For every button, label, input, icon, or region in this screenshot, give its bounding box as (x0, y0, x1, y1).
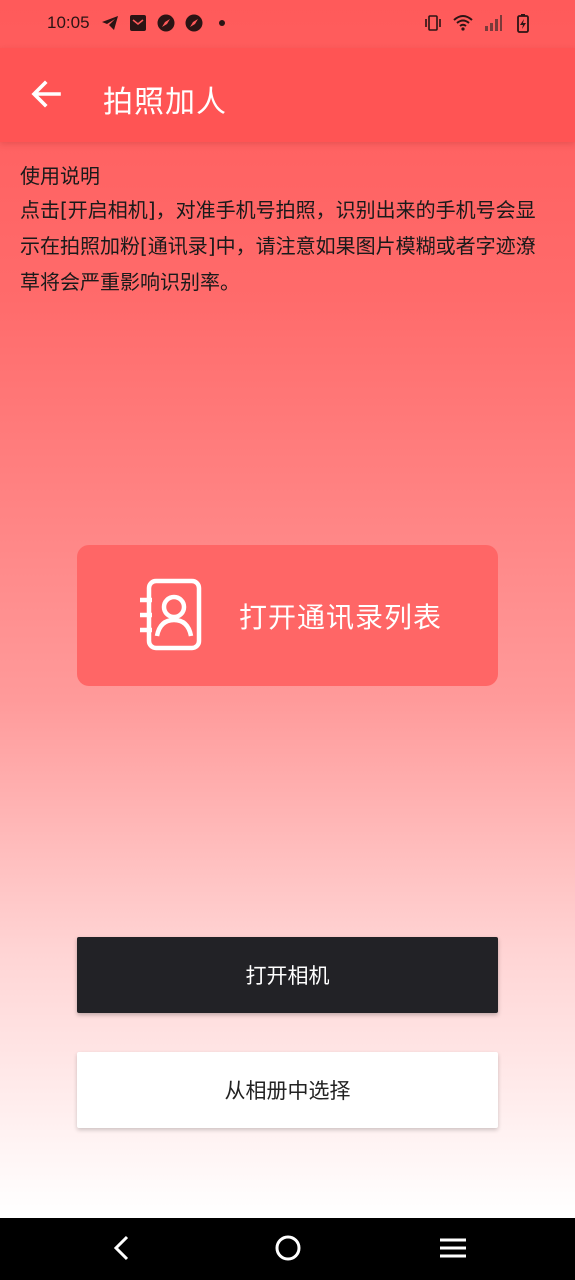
nav-back-button[interactable] (106, 1234, 138, 1266)
open-camera-label: 打开相机 (245, 964, 330, 988)
arrow-left-icon (29, 77, 63, 115)
instructions: 使用说明 点击[开启相机]，对准手机号拍照，识别出来的手机号会显示在拍照加粉[通… (20, 160, 555, 300)
choose-from-album-button[interactable]: 从相册中选择 (77, 1052, 498, 1128)
contact-book-icon (137, 578, 203, 652)
open-contacts-label: 打开通讯录列表 (239, 601, 443, 634)
nav-menu-button[interactable] (437, 1234, 469, 1266)
status-icons-right (423, 13, 533, 33)
choose-from-album-label: 从相册中选择 (224, 1079, 351, 1103)
instructions-title: 使用说明 (20, 164, 100, 188)
nav-home-button[interactable] (272, 1234, 304, 1266)
wifi-icon (453, 13, 473, 33)
telegram-icon (100, 13, 120, 33)
status-icons-left (100, 13, 232, 33)
compass-icon (156, 13, 176, 33)
instructions-body: 点击[开启相机]，对准手机号拍照，识别出来的手机号会显示在拍照加粉[通讯录]中，… (20, 198, 536, 294)
navigation-bar (0, 1218, 575, 1280)
vibrate-icon (423, 13, 443, 33)
status-bar: 10:05 (0, 0, 575, 48)
mail-icon (128, 13, 148, 33)
back-button[interactable] (24, 74, 68, 118)
battery-charging-icon (513, 13, 533, 33)
signal-icon (483, 13, 503, 33)
dot-icon (212, 13, 232, 33)
menu-icon (437, 1232, 469, 1268)
page-title: 拍照加人 (103, 85, 227, 120)
home-circle-icon (272, 1232, 304, 1268)
back-chevron-icon (106, 1232, 138, 1268)
app-bar: 拍照加人 (0, 48, 575, 142)
open-camera-button[interactable]: 打开相机 (77, 937, 498, 1013)
status-time: 10:05 (47, 13, 90, 32)
compass-icon (184, 13, 204, 33)
